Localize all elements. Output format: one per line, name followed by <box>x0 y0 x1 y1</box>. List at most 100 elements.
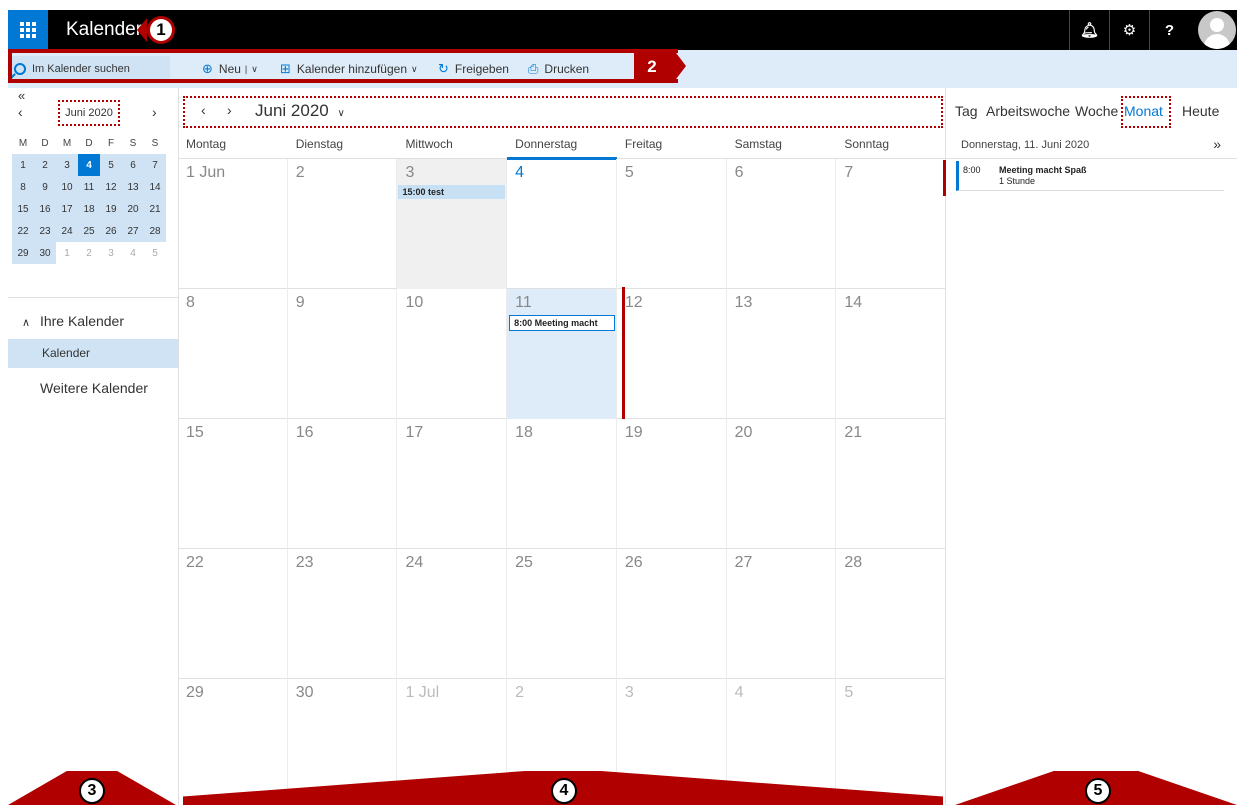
mini-day-other-month[interactable]: 1 <box>56 242 78 264</box>
calendar-list-item[interactable]: Kalender <box>8 339 178 368</box>
today-button[interactable]: Heute <box>1182 103 1219 119</box>
mini-day[interactable]: 19 <box>100 198 122 220</box>
mini-weekday: D <box>41 137 49 149</box>
day-cell[interactable]: 13 <box>727 289 837 419</box>
day-cell[interactable]: 12 <box>617 289 727 419</box>
mini-day-other-month[interactable]: 4 <box>122 242 144 264</box>
day-cell[interactable]: 26 <box>617 549 727 679</box>
day-cell[interactable]: 7 <box>836 159 946 289</box>
month-picker[interactable]: Juni 2020 ∨ <box>255 101 345 121</box>
agenda-event[interactable]: 8:00 Meeting macht Spaß 1 Stunde <box>956 161 1224 191</box>
view-workweek-tab[interactable]: Arbeitswoche <box>986 103 1070 119</box>
mini-day[interactable]: 21 <box>144 198 166 220</box>
app-launcher-button[interactable] <box>8 10 48 50</box>
mini-next-month-button[interactable]: › <box>152 104 157 120</box>
view-week-tab[interactable]: Woche <box>1075 103 1118 119</box>
mini-week-row: 29 30 1 2 3 4 5 <box>12 242 168 264</box>
day-cell[interactable]: 14 <box>836 289 946 419</box>
prev-month-button[interactable]: ‹ <box>201 102 206 118</box>
day-cell[interactable]: 16 <box>288 419 398 549</box>
more-calendars-link[interactable]: Weitere Kalender <box>40 380 148 396</box>
mini-day[interactable]: 11 <box>78 176 100 198</box>
day-cell[interactable]: 8 <box>178 289 288 419</box>
mini-day[interactable]: 2 <box>34 154 56 176</box>
mini-day[interactable]: 29 <box>12 242 34 264</box>
mini-day[interactable]: 17 <box>56 198 78 220</box>
mini-day[interactable]: 7 <box>144 154 166 176</box>
mini-day[interactable]: 16 <box>34 198 56 220</box>
day-number: 2 <box>295 164 305 181</box>
mini-day[interactable]: 15 <box>12 198 34 220</box>
mini-prev-month-button[interactable]: ‹ <box>18 104 23 120</box>
view-day-tab[interactable]: Tag <box>955 103 978 119</box>
mini-day[interactable]: 28 <box>144 220 166 242</box>
your-calendars-toggle[interactable]: ∧ Ihre Kalender <box>22 313 124 329</box>
mini-month-label[interactable]: Juni 2020 <box>58 100 120 126</box>
day-cell-today[interactable]: 4 <box>507 159 617 289</box>
expand-pane-button[interactable]: » <box>1213 136 1221 152</box>
day-cell[interactable]: 19 <box>617 419 727 549</box>
mini-day-other-month[interactable]: 5 <box>144 242 166 264</box>
mini-day[interactable]: 24 <box>56 220 78 242</box>
day-cell[interactable]: 3 15:00 test <box>397 159 508 289</box>
mini-day-other-month[interactable]: 2 <box>78 242 100 264</box>
mini-day[interactable]: 12 <box>100 176 122 198</box>
mini-day[interactable]: 1 <box>12 154 34 176</box>
collapse-pane-button[interactable]: « <box>18 88 25 103</box>
mini-day[interactable]: 10 <box>56 176 78 198</box>
day-cell[interactable]: 28 <box>836 549 946 679</box>
day-cell[interactable]: 18 <box>507 419 617 549</box>
day-cell-other-month[interactable]: 5 <box>836 679 946 805</box>
mini-day[interactable]: 30 <box>34 242 56 264</box>
mini-day[interactable]: 6 <box>122 154 144 176</box>
day-cell[interactable]: 2 <box>288 159 398 289</box>
mini-day[interactable]: 27 <box>122 220 144 242</box>
day-number: 21 <box>844 424 863 441</box>
annotation-badge-2: 2 <box>640 55 664 79</box>
divider <box>946 158 1237 159</box>
avatar-icon <box>1198 11 1236 49</box>
day-cell[interactable]: 20 <box>727 419 837 549</box>
settings-button[interactable]: ⚙ <box>1109 10 1149 50</box>
day-cell[interactable]: 27 <box>727 549 837 679</box>
annotation-badge-3: 3 <box>79 778 105 804</box>
waffle-icon <box>20 22 36 38</box>
day-cell[interactable]: 10 <box>397 289 508 419</box>
mini-day[interactable]: 5 <box>100 154 122 176</box>
mini-day-other-month[interactable]: 3 <box>100 242 122 264</box>
calendar-event[interactable]: 15:00 test <box>398 185 506 199</box>
day-cell[interactable]: 17 <box>397 419 508 549</box>
mini-day[interactable]: 8 <box>12 176 34 198</box>
avatar[interactable] <box>1197 10 1237 50</box>
day-cell[interactable]: 5 <box>617 159 727 289</box>
mini-day[interactable]: 14 <box>144 176 166 198</box>
mini-day[interactable]: 22 <box>12 220 34 242</box>
day-cell[interactable]: 22 <box>178 549 288 679</box>
day-cell[interactable]: 6 <box>727 159 837 289</box>
day-cell[interactable]: 15 <box>178 419 288 549</box>
notifications-button[interactable]: 🔔︎ <box>1069 10 1109 50</box>
day-cell-selected[interactable]: 11 8:00 Meeting macht <box>507 289 617 419</box>
mini-day-today[interactable]: 4 <box>78 154 100 176</box>
week-row: 8 9 10 11 8:00 Meeting macht 12 13 14 <box>178 289 946 419</box>
mini-day[interactable]: 23 <box>34 220 56 242</box>
mini-day[interactable]: 20 <box>122 198 144 220</box>
mini-day[interactable]: 18 <box>78 198 100 220</box>
day-cell[interactable]: 29 <box>178 679 288 805</box>
mini-day[interactable]: 3 <box>56 154 78 176</box>
help-button[interactable]: ? <box>1149 10 1189 50</box>
day-cell[interactable]: 21 <box>836 419 946 549</box>
mini-day[interactable]: 26 <box>100 220 122 242</box>
day-cell[interactable]: 9 <box>288 289 398 419</box>
day-number: 3 <box>405 164 415 181</box>
mini-day[interactable]: 9 <box>34 176 56 198</box>
day-cell[interactable]: 25 <box>507 549 617 679</box>
next-month-button[interactable]: › <box>227 102 232 118</box>
mini-day[interactable]: 13 <box>122 176 144 198</box>
day-cell[interactable]: 23 <box>288 549 398 679</box>
calendar-event[interactable]: 8:00 Meeting macht <box>509 315 616 331</box>
day-cell[interactable]: 1 Jun <box>178 159 288 289</box>
day-cell[interactable]: 24 <box>397 549 508 679</box>
mini-day[interactable]: 25 <box>78 220 100 242</box>
agenda-pane: Donnerstag, 11. Juni 2020 » 8:00 Meeting… <box>946 128 1237 805</box>
